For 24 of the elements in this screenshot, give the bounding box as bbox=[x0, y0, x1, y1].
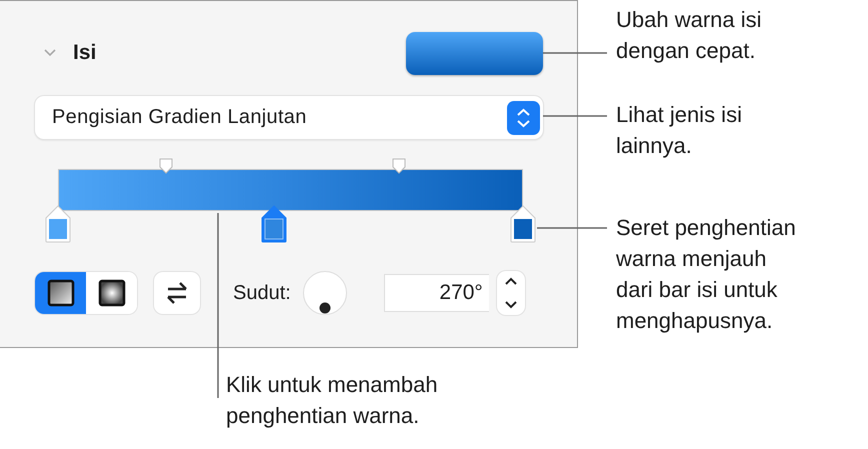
stepper-icon bbox=[507, 100, 540, 134]
section-title: Isi bbox=[73, 41, 98, 65]
linear-gradient-button[interactable] bbox=[35, 272, 86, 314]
color-well[interactable] bbox=[406, 32, 543, 74]
callout-text: Seret penghentian warna menjauh dari bar isi untuk menghapusnya. bbox=[616, 214, 796, 335]
leader-line bbox=[543, 52, 607, 54]
angle-field[interactable]: 270° bbox=[384, 274, 489, 312]
leader-line bbox=[543, 115, 607, 117]
angle-knob[interactable] bbox=[302, 270, 348, 316]
leader-line bbox=[537, 227, 607, 229]
gradient-bar[interactable] bbox=[58, 169, 523, 211]
swap-arrows-icon bbox=[165, 281, 189, 305]
radial-gradient-icon bbox=[98, 279, 126, 307]
color-stop[interactable] bbox=[45, 205, 71, 243]
callout-text: Klik untuk menambah penghentian warna. bbox=[226, 371, 438, 430]
callout-text: Lihat jenis isi lainnya. bbox=[616, 101, 742, 160]
angle-stepper[interactable] bbox=[496, 271, 525, 315]
callout-text: Ubah warna isi dengan cepat. bbox=[616, 6, 762, 65]
angle-label: Sudut: bbox=[233, 282, 291, 304]
color-stop[interactable] bbox=[261, 205, 288, 243]
linear-gradient-icon bbox=[46, 279, 74, 307]
fill-type-popup[interactable]: Pengisian Gradien Lanjutan bbox=[35, 96, 543, 139]
swap-button[interactable] bbox=[154, 272, 200, 314]
color-stop[interactable] bbox=[510, 205, 536, 243]
